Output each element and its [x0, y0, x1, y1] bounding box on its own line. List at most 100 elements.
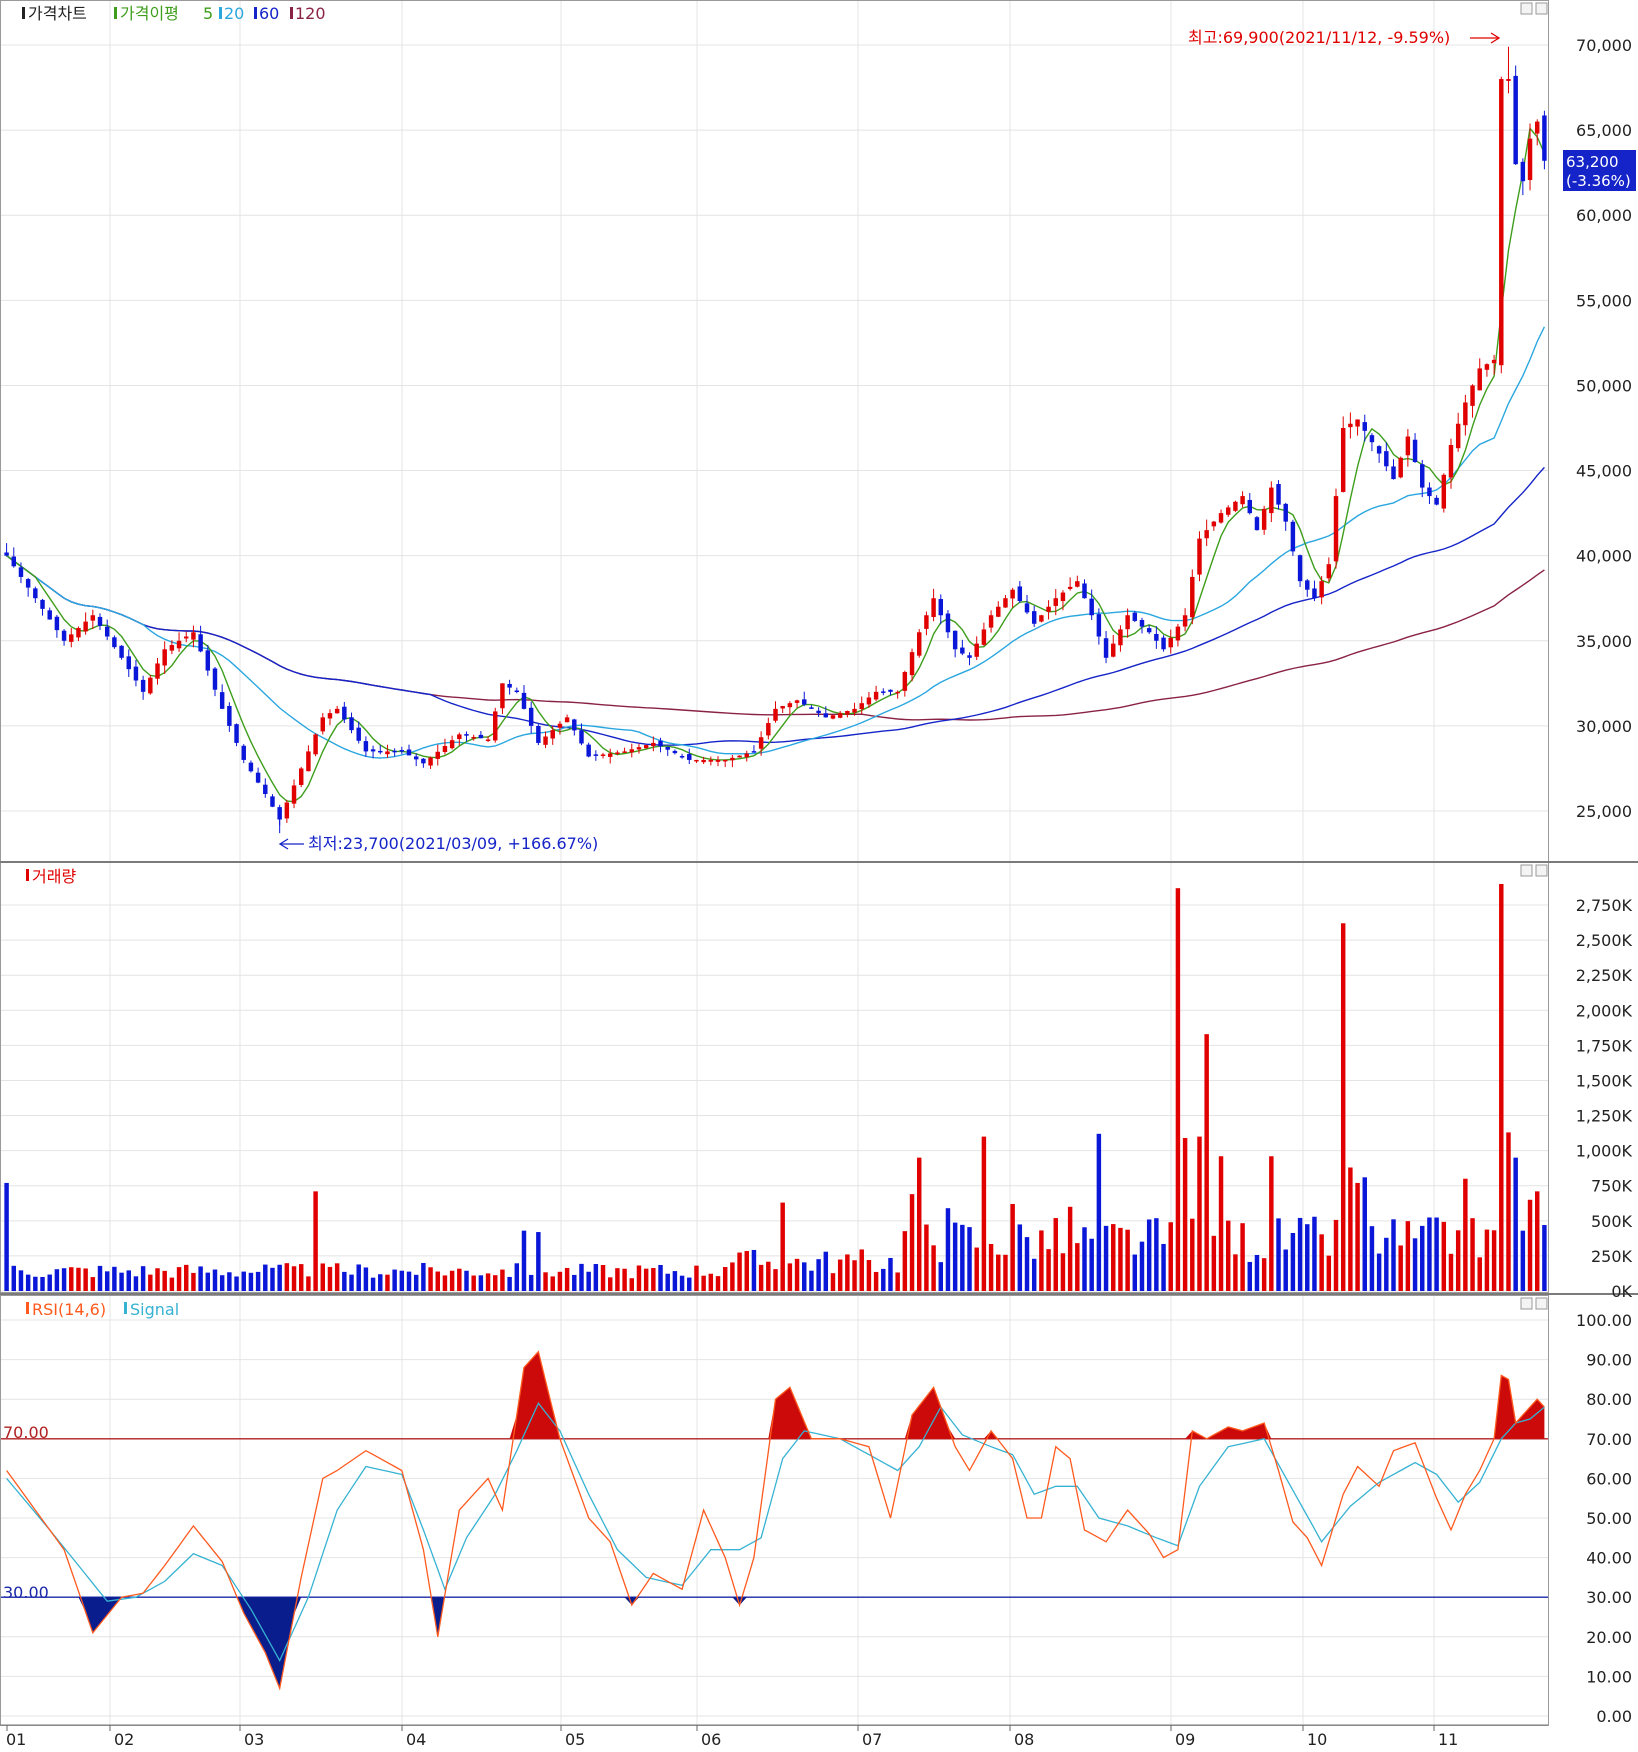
candle-body: [457, 734, 462, 740]
price-panel-minimize-button[interactable]: [1520, 2, 1533, 15]
candle-body: [1161, 637, 1166, 650]
rsi-tick-label: 100.00: [1576, 1311, 1632, 1330]
candle-body: [248, 762, 254, 772]
volume-bar: [521, 1230, 527, 1291]
volume-bar: [988, 1243, 994, 1291]
volume-bar: [607, 1277, 613, 1291]
volume-tick-label: 1,500K: [1576, 1071, 1633, 1090]
candle-body: [1003, 598, 1008, 608]
candle-body: [356, 727, 361, 741]
candle-body: [478, 734, 484, 739]
rsi-tick-label: 70.00: [1586, 1430, 1632, 1449]
volume-bar: [1434, 1217, 1439, 1291]
candle-body: [313, 734, 318, 755]
candle-body: [1039, 615, 1044, 622]
candle-body: [4, 552, 9, 556]
candle-body: [1067, 586, 1073, 589]
candle-body: [442, 745, 448, 752]
volume-bar: [40, 1276, 45, 1291]
rsi-panel-close-button[interactable]: [1535, 1297, 1548, 1310]
volume-bar: [658, 1264, 663, 1291]
volume-bar: [622, 1268, 627, 1291]
volume-bar: [996, 1254, 1001, 1291]
rsi-tick-label: 30.00: [1586, 1588, 1632, 1607]
volume-panel-close-button[interactable]: [1535, 864, 1548, 877]
volume-bar: [1111, 1224, 1116, 1291]
volume-tick-label: 2,250K: [1576, 966, 1633, 985]
legend-marker-volume: [26, 869, 29, 881]
volume-bar: [241, 1271, 246, 1291]
candle-body: [960, 647, 965, 654]
volume-panel-minimize-button[interactable]: [1520, 864, 1533, 877]
candle-body: [1333, 496, 1339, 562]
candle-body: [378, 750, 383, 753]
volume-bar: [1096, 1133, 1102, 1291]
rsi-panel-minimize-button[interactable]: [1520, 1297, 1533, 1310]
volume-tick-label: 2,500K: [1576, 931, 1633, 950]
volume-bar: [802, 1262, 807, 1291]
candle-body: [1477, 368, 1482, 391]
high-annotation: 최고:69,900(2021/11/12, -9.59%): [1188, 28, 1450, 47]
candle-body: [1269, 487, 1274, 514]
volume-bar: [665, 1273, 670, 1291]
volume-bar: [478, 1275, 484, 1291]
volume-bar: [428, 1267, 433, 1291]
candle-body: [61, 630, 67, 641]
candle-body: [1420, 464, 1425, 488]
candle-body: [485, 739, 491, 742]
candle-body: [1305, 580, 1310, 590]
legend-signal: Signal: [130, 1300, 179, 1319]
volume-bar: [1247, 1261, 1253, 1291]
volume-bar: [255, 1271, 261, 1291]
volume-tick-label: 2,750K: [1576, 896, 1633, 915]
candle-body: [895, 691, 900, 694]
candle-body: [270, 796, 275, 807]
candle-body: [945, 613, 951, 633]
month-tick-label: 10: [1307, 1730, 1327, 1749]
volume-bar: [1305, 1224, 1310, 1291]
volume-bar: [1010, 1203, 1015, 1291]
candle-body: [277, 807, 282, 820]
volume-bar: [1427, 1217, 1432, 1291]
candle-body: [1434, 497, 1439, 505]
legend-ma: 가격이평: [120, 4, 179, 23]
price-tick-label: 25,000: [1576, 802, 1632, 821]
candle-body: [988, 615, 994, 628]
volume-bar: [198, 1266, 203, 1291]
candle-body: [816, 710, 821, 714]
volume-bar: [557, 1271, 563, 1291]
volume-tick-label: 500K: [1591, 1212, 1633, 1231]
candle-body: [234, 724, 239, 743]
price-panel-close-button[interactable]: [1535, 2, 1548, 15]
candle-body: [823, 713, 829, 718]
candle-body: [1204, 530, 1209, 539]
volume-bar: [33, 1276, 38, 1291]
candle-body: [1096, 614, 1102, 637]
candle-body: [205, 650, 211, 671]
volume-bar: [1225, 1220, 1231, 1291]
candle-body: [421, 758, 426, 764]
volume-bar: [1168, 1222, 1173, 1291]
volume-bar: [1441, 1221, 1447, 1291]
volume-bar: [1412, 1238, 1418, 1291]
candle-body: [931, 598, 936, 618]
volume-tick-label: 0K: [1611, 1282, 1632, 1301]
volume-bar: [155, 1268, 160, 1291]
legend-marker-rsi: [26, 1302, 29, 1314]
candle-body: [974, 643, 979, 657]
volume-bar: [1190, 1218, 1195, 1291]
rsi-tick-label: 40.00: [1586, 1549, 1632, 1568]
candle-body: [607, 753, 613, 757]
price-tick-label: 40,000: [1576, 547, 1632, 566]
candle-body: [1075, 581, 1080, 587]
volume-bar: [701, 1275, 706, 1291]
candle-body: [33, 588, 38, 599]
candle-body: [528, 707, 534, 726]
candle-body: [1441, 474, 1447, 509]
volume-bar: [1348, 1167, 1353, 1291]
volume-bar: [586, 1271, 591, 1291]
volume-bar: [1527, 1199, 1533, 1291]
candle-body: [212, 668, 218, 690]
candle-body: [794, 700, 800, 703]
volume-bar: [485, 1273, 491, 1291]
